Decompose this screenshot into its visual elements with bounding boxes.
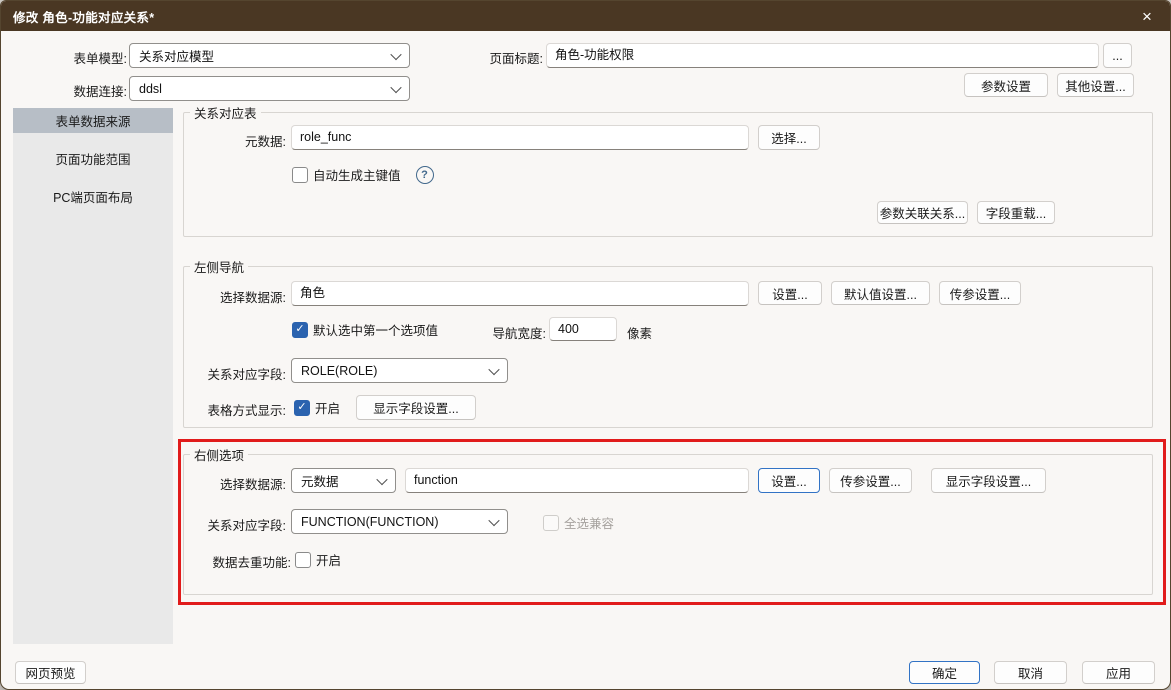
table-display-label: 表格方式显示: (181, 400, 286, 419)
metadata-input[interactable]: role_func (291, 125, 749, 150)
right-relation-field-select[interactable]: FUNCTION(FUNCTION) (291, 509, 508, 534)
metadata-select-button[interactable]: 选择... (758, 125, 820, 150)
dedup-checkbox-row: 开启 (295, 550, 341, 569)
page-title-more-button[interactable]: ... (1103, 43, 1132, 68)
data-connection-value: ddsl (139, 82, 162, 96)
web-preview-button[interactable]: 网页预览 (15, 661, 86, 684)
auto-pk-checkbox-row: 自动生成主键值 ? (292, 165, 434, 184)
auto-pk-checkbox[interactable] (292, 167, 308, 183)
chevron-down-icon (488, 363, 499, 374)
select-all-checkbox-row: 全选兼容 (543, 513, 614, 532)
right-relation-field-label: 关系对应字段: (181, 515, 286, 534)
right-datasource-type-value: 元数据 (301, 471, 339, 490)
table-display-checkbox[interactable]: ✓ (294, 400, 310, 416)
right-relation-field-value: FUNCTION(FUNCTION) (301, 515, 438, 529)
table-display-checkbox-row: ✓ 开启 (294, 398, 340, 417)
left-nav-pass-param-button[interactable]: 传参设置... (939, 281, 1021, 305)
param-relation-button[interactable]: 参数关联关系... (877, 201, 968, 224)
auto-pk-label: 自动生成主键值 (313, 165, 401, 184)
default-select-checkbox[interactable]: ✓ (292, 322, 308, 338)
left-nav-relation-field-value: ROLE(ROLE) (301, 364, 377, 378)
default-select-label: 默认选中第一个选项值 (313, 320, 438, 339)
metadata-label: 元数据: (186, 131, 286, 150)
chevron-down-icon (390, 81, 401, 92)
right-datasource-input[interactable]: function (405, 468, 749, 493)
default-select-checkbox-row: ✓ 默认选中第一个选项值 (292, 320, 438, 339)
nav-width-unit-label: 像素 (627, 323, 652, 342)
window-title: 修改 角色-功能对应关系* (13, 7, 154, 26)
form-model-value: 关系对应模型 (139, 46, 214, 65)
right-options-legend: 右侧选项 (190, 445, 248, 464)
right-datasource-type-select[interactable]: 元数据 (291, 468, 396, 493)
ok-button[interactable]: 确定 (909, 661, 980, 684)
other-settings-button[interactable]: 其他设置... (1057, 73, 1134, 97)
data-connection-select[interactable]: ddsl (129, 76, 410, 101)
left-nav-display-field-button[interactable]: 显示字段设置... (356, 395, 476, 420)
table-display-on-label: 开启 (315, 398, 340, 417)
default-value-settings-button[interactable]: 默认值设置... (831, 281, 930, 305)
data-connection-label: 数据连接: (29, 81, 127, 100)
cancel-button[interactable]: 取消 (994, 661, 1067, 684)
nav-width-input[interactable]: 400 (549, 317, 617, 341)
field-reload-button[interactable]: 字段重载... (977, 201, 1055, 224)
left-nav-legend: 左侧导航 (190, 257, 248, 276)
page-title-input[interactable]: 角色-功能权限 (546, 43, 1099, 68)
dialog-window: 修改 角色-功能对应关系* × 表单模型: 关系对应模型 页面标题: 角色-功能… (0, 0, 1171, 690)
left-nav-relation-field-select[interactable]: ROLE(ROLE) (291, 358, 508, 383)
dedup-checkbox[interactable] (295, 552, 311, 568)
right-datasource-label: 选择数据源: (181, 474, 286, 493)
left-nav-datasource-label: 选择数据源: (181, 287, 286, 306)
chevron-down-icon (376, 473, 387, 484)
right-pass-param-button[interactable]: 传参设置... (829, 468, 912, 493)
sidebar: 表单数据来源 页面功能范围 PC端页面布局 (13, 108, 173, 644)
form-model-select[interactable]: 关系对应模型 (129, 43, 410, 68)
sidebar-item-form-data-source[interactable]: 表单数据来源 (13, 108, 173, 133)
select-all-label: 全选兼容 (564, 513, 614, 532)
dedup-on-label: 开启 (316, 550, 341, 569)
param-settings-button[interactable]: 参数设置 (964, 73, 1048, 97)
help-icon[interactable]: ? (416, 166, 434, 184)
select-all-checkbox (543, 515, 559, 531)
chevron-down-icon (488, 514, 499, 525)
sidebar-item-page-function-scope[interactable]: 页面功能范围 (13, 146, 173, 171)
apply-button[interactable]: 应用 (1082, 661, 1155, 684)
relation-table-legend: 关系对应表 (190, 103, 261, 122)
left-nav-settings-button[interactable]: 设置... (758, 281, 822, 305)
close-icon[interactable]: × (1134, 4, 1160, 28)
chevron-down-icon (390, 48, 401, 59)
titlebar: 修改 角色-功能对应关系* (1, 1, 1170, 31)
right-display-field-button[interactable]: 显示字段设置... (931, 468, 1046, 493)
sidebar-item-pc-page-layout[interactable]: PC端页面布局 (13, 184, 173, 209)
page-title-label: 页面标题: (471, 48, 543, 67)
left-nav-relation-field-label: 关系对应字段: (181, 364, 286, 383)
right-settings-button[interactable]: 设置... (758, 468, 820, 493)
nav-width-label: 导航宽度: (471, 323, 546, 342)
dedup-label: 数据去重功能: (186, 552, 291, 571)
form-model-label: 表单模型: (29, 48, 127, 67)
left-nav-datasource-input[interactable]: 角色 (291, 281, 749, 306)
